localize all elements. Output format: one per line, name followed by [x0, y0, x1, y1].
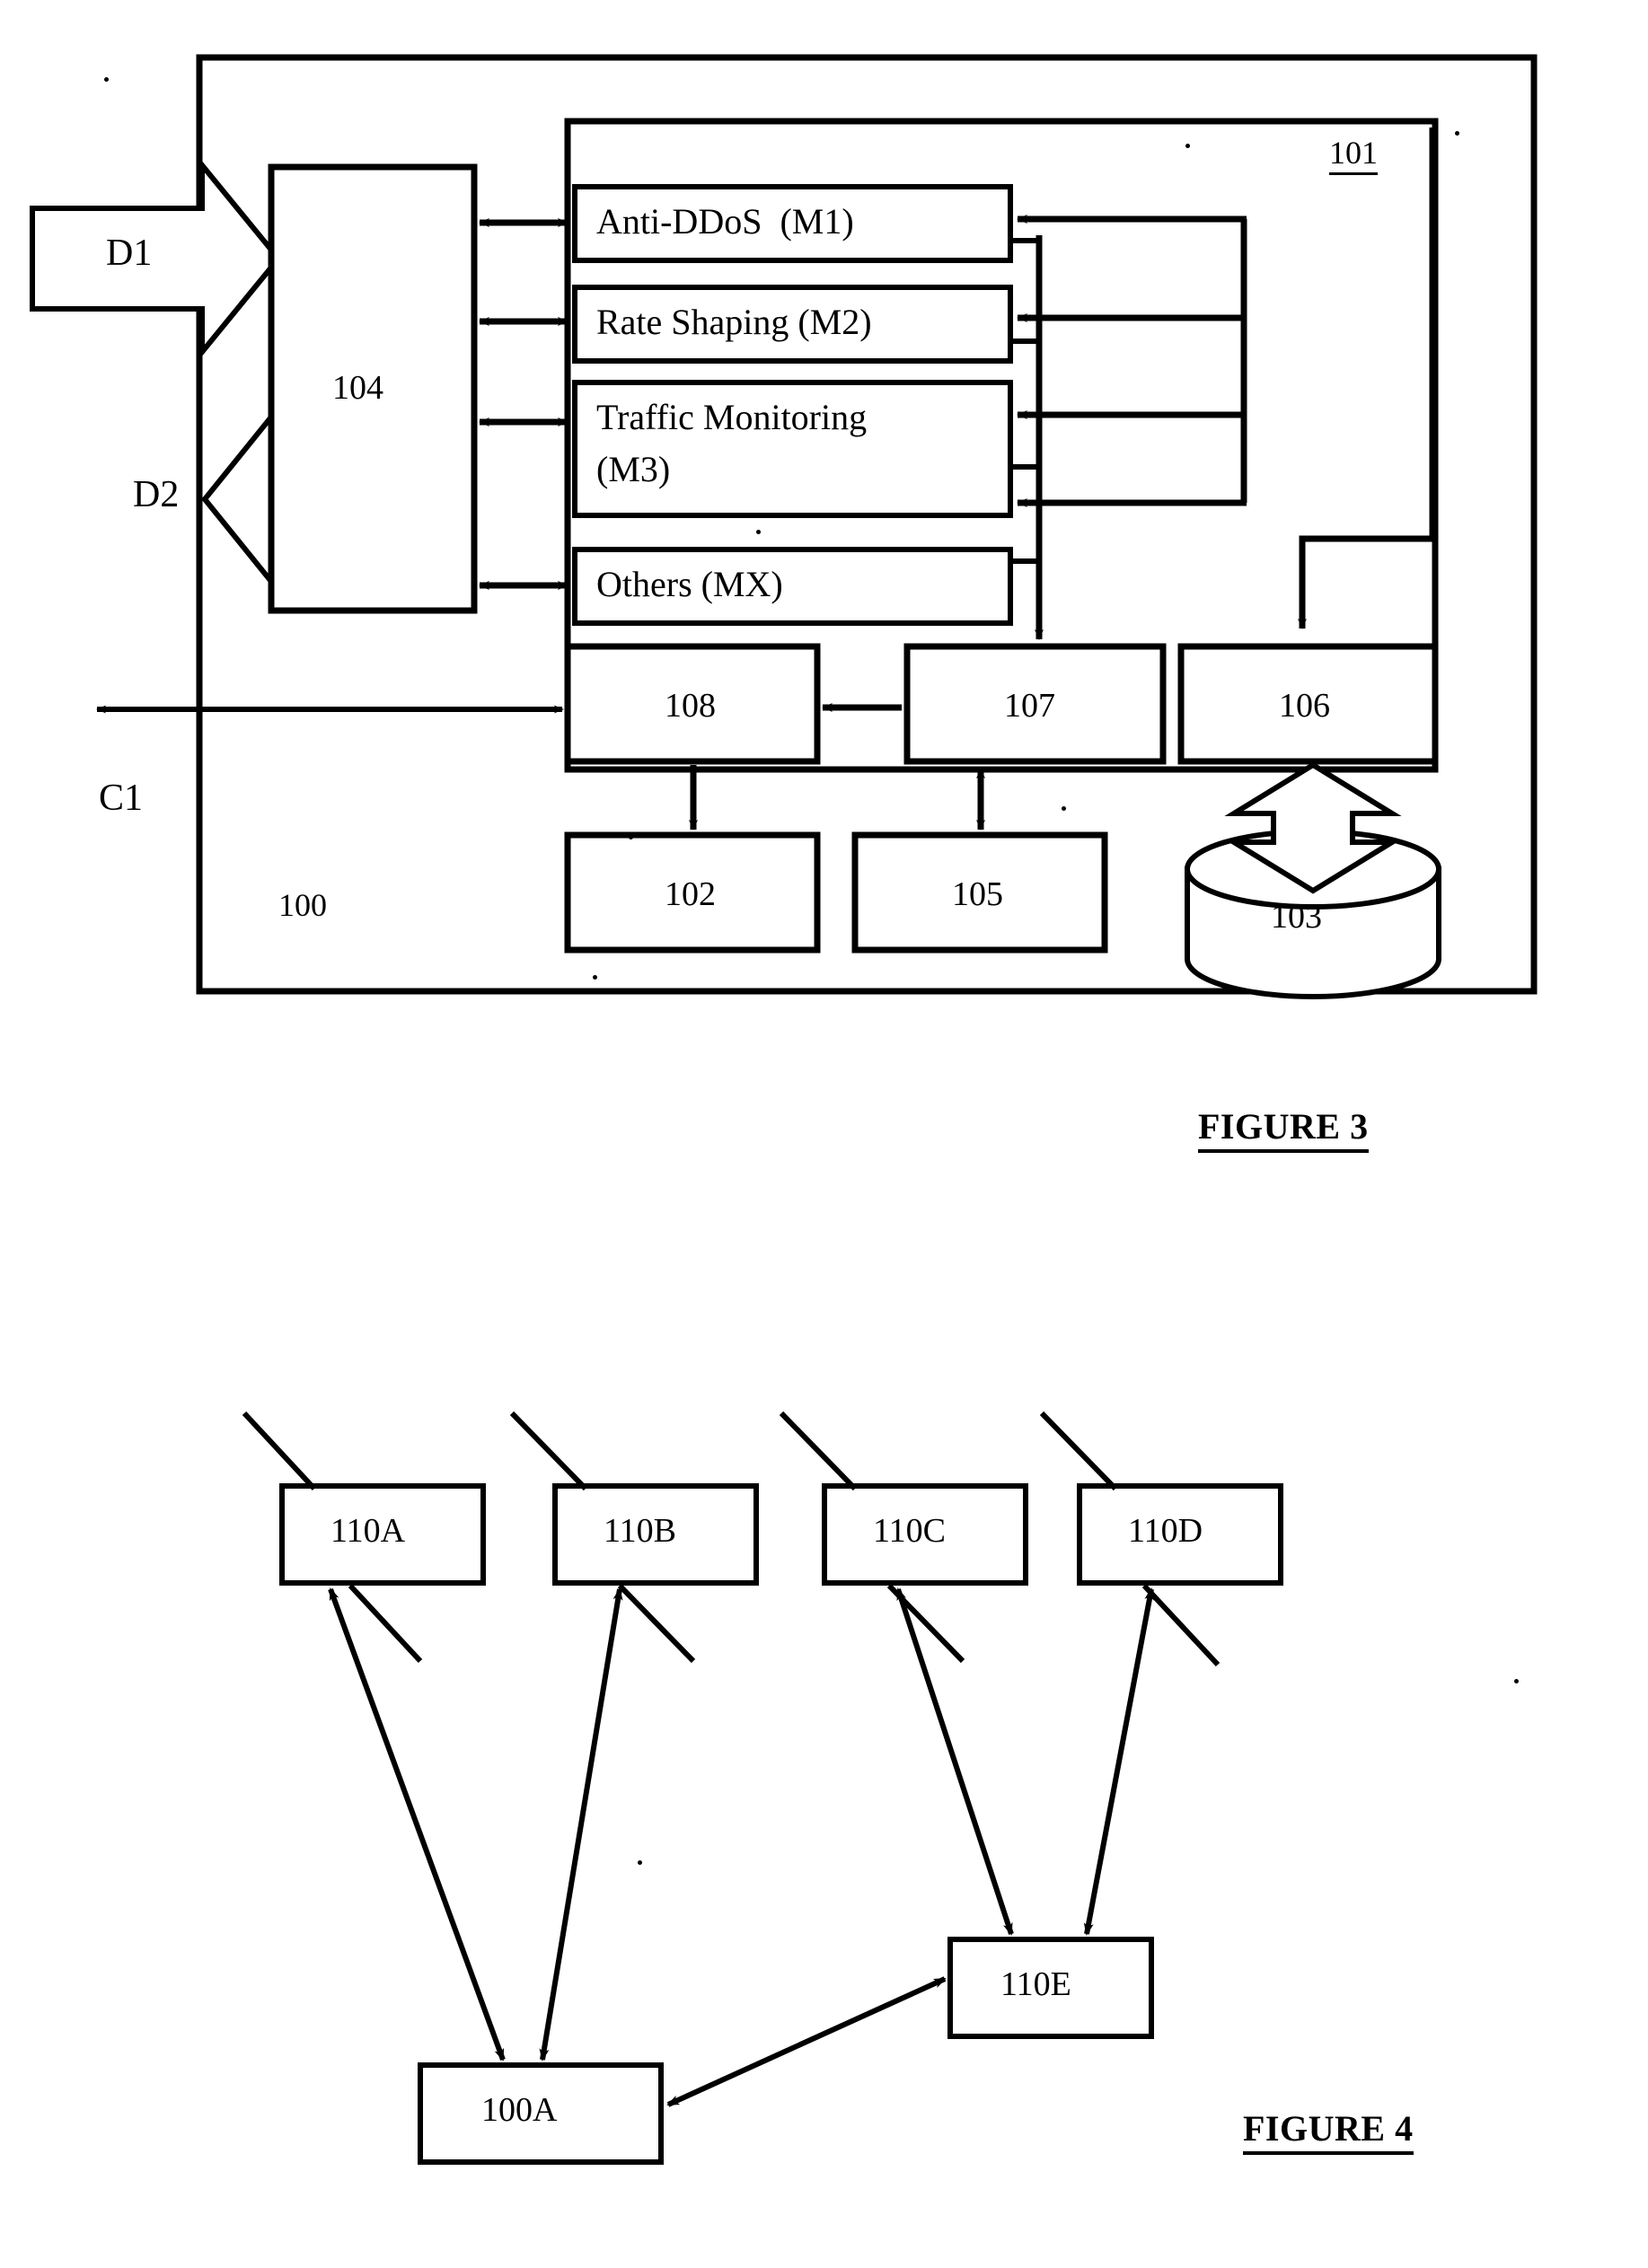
- label-101: 101: [1329, 135, 1378, 176]
- patent-drawing-page: D1 D2 C1 104 101 100 Anti-DDoS (M1) Rate…: [0, 0, 1648, 2268]
- label-d2: D2: [133, 474, 180, 515]
- edge-100a-110e: [666, 1976, 947, 2107]
- edge-100a-110b: [539, 1587, 623, 2061]
- scan-speck: [1114, 413, 1118, 418]
- label-100a: 100A: [481, 2091, 558, 2129]
- label-107: 107: [1004, 687, 1055, 725]
- module-label-m2: Rate Shaping (M2): [596, 302, 872, 342]
- label-102: 102: [665, 875, 716, 913]
- scan-speck: [756, 530, 761, 534]
- edge-110e-110d: [1083, 1587, 1155, 1936]
- figure-3-caption: FIGURE 3: [1198, 1106, 1369, 1153]
- scan-speck: [1185, 144, 1190, 148]
- module-label-mx: Others (MX): [596, 564, 783, 604]
- label-104: 104: [332, 369, 383, 407]
- figure-3-drawing: [30, 54, 1538, 999]
- scan-speck: [104, 77, 109, 82]
- label-110d: 110D: [1128, 1512, 1203, 1550]
- edge-110e-110c: [895, 1587, 1014, 1936]
- link-stub-a-bottom: [348, 1583, 423, 1664]
- scan-speck: [1514, 1679, 1519, 1683]
- module-label-m3-line2: (M3): [596, 449, 671, 489]
- scan-speck: [1455, 131, 1459, 136]
- label-106: 106: [1279, 687, 1330, 725]
- module-label-m3-line1: Traffic Monitoring: [596, 397, 868, 437]
- scan-speck: [629, 835, 633, 840]
- label-d1: D1: [106, 233, 153, 274]
- figure-4-drawing: [242, 1411, 1283, 2165]
- module-label-m1: Anti-DDoS (M1): [596, 201, 854, 242]
- line-101-to-106: [1298, 127, 1436, 629]
- label-110b: 110B: [604, 1512, 676, 1550]
- label-108: 108: [665, 687, 716, 725]
- link-stub-b-top: [509, 1411, 588, 1491]
- label-105: 105: [952, 875, 1003, 913]
- label-110a: 110A: [330, 1512, 406, 1550]
- figure-4-caption: FIGURE 4: [1243, 2108, 1414, 2155]
- d1-block-arrow: [30, 157, 282, 360]
- label-c1: C1: [99, 778, 144, 819]
- link-stub-c-top: [779, 1411, 858, 1491]
- link-stub-a-top: [242, 1411, 317, 1491]
- scan-speck: [593, 975, 597, 980]
- link-stub-d-bottom: [1141, 1583, 1221, 1667]
- scan-speck: [638, 1860, 642, 1865]
- link-stub-b-bottom: [617, 1583, 696, 1664]
- scan-speck: [1062, 806, 1066, 811]
- link-stub-d-top: [1039, 1411, 1118, 1491]
- label-110e: 110E: [1000, 1965, 1071, 2003]
- label-103: 103: [1271, 898, 1322, 936]
- label-100: 100: [278, 887, 327, 923]
- label-110c: 110C: [873, 1512, 946, 1550]
